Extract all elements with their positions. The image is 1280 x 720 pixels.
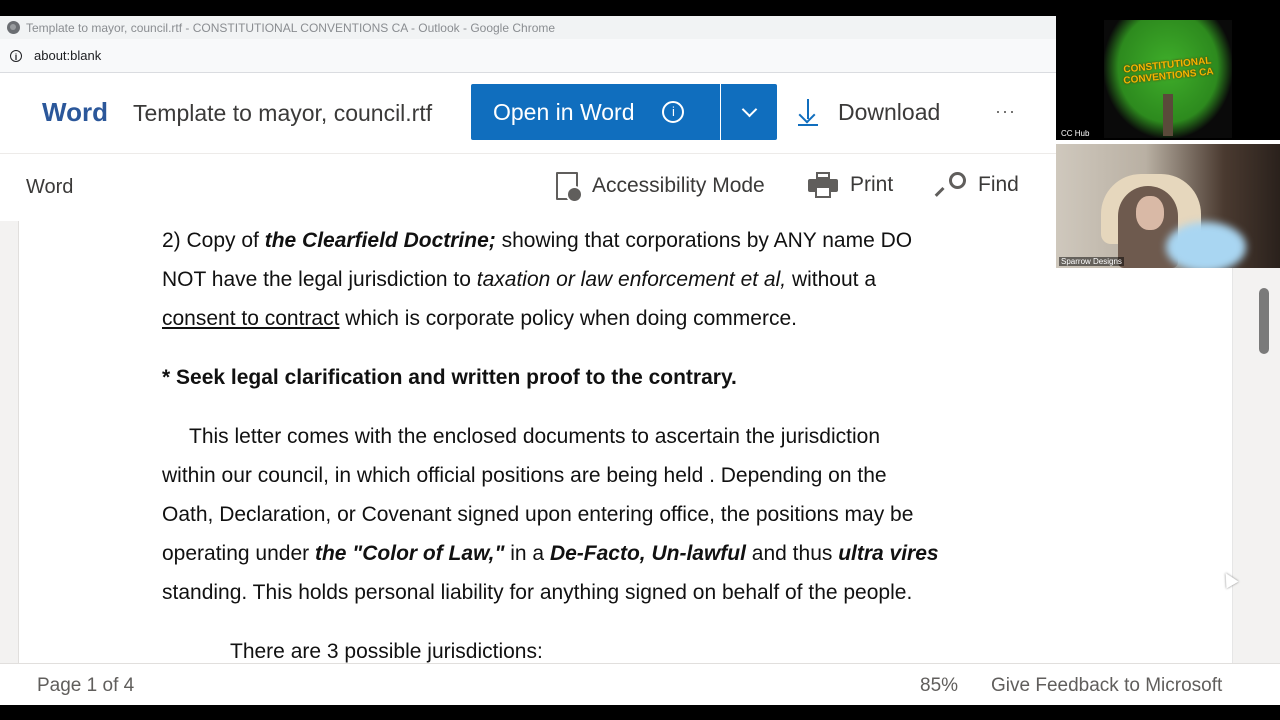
find-button[interactable]: Find — [934, 172, 1019, 198]
globe-icon — [7, 21, 20, 34]
text-run: in a — [504, 542, 550, 565]
accessibility-mode-button[interactable]: Accessibility Mode — [556, 172, 765, 203]
site-info-icon[interactable]: i — [10, 49, 22, 62]
address-text[interactable]: about:blank — [34, 48, 101, 63]
paragraph-line: NOT have the legal jurisdiction to taxat… — [162, 260, 939, 299]
scrollbar-thumb[interactable] — [1259, 288, 1269, 354]
open-in-word-button[interactable]: Open in Word i — [471, 84, 720, 140]
print-label: Print — [850, 173, 894, 196]
text-run-underlined: consent to contract — [162, 307, 340, 330]
video-tile-cc-hub: CONSTITUTIONAL CONVENTIONS CA CC Hub — [1056, 16, 1280, 140]
text-run: without a — [786, 268, 877, 291]
toolbar-word-label: Word — [26, 176, 74, 198]
tree-trunk — [1163, 94, 1173, 136]
paragraph-line: standing. This holds personal liability … — [162, 581, 913, 604]
text-run-bold-italic: ultra vires — [838, 542, 939, 565]
text-run: and thus — [745, 542, 839, 565]
give-feedback-link[interactable]: Give Feedback to Microsoft — [991, 675, 1222, 697]
search-icon — [934, 172, 966, 198]
text-run-italic: taxation or law enforcement et al, — [476, 268, 787, 291]
info-icon[interactable]: i — [662, 101, 685, 123]
paragraph-line: operating under the "Color of Law," in a… — [162, 534, 939, 573]
find-label: Find — [978, 173, 1019, 196]
text-run: operating under — [162, 542, 315, 565]
download-label: Download — [838, 98, 941, 125]
page-indicator: Page 1 of 4 — [37, 675, 135, 696]
video-foreground-blur — [1166, 222, 1246, 268]
chevron-down-icon — [741, 101, 757, 118]
document-title: Template to mayor, council.rtf — [133, 100, 433, 126]
printer-icon — [808, 172, 838, 198]
text-run-bold-italic: the Clearfield Doctrine; — [264, 229, 496, 252]
download-button[interactable]: Download — [796, 97, 940, 127]
text-run: NOT have the legal jurisdiction to — [162, 268, 477, 291]
paragraph-line: Oath, Declaration, or Covenant signed up… — [162, 503, 914, 526]
document-canvas[interactable]: 2) Copy of the Clearfield Doctrine; show… — [0, 221, 1232, 663]
viewer-toolbar: Word Accessibility Mode Print Find — [0, 154, 1056, 220]
more-options-button[interactable]: ··· — [995, 101, 1016, 122]
vertical-scrollbar[interactable] — [1232, 221, 1280, 663]
text-run-bold-italic: De-Facto, Un-lawful — [549, 542, 746, 565]
accessibility-mode-label: Accessibility Mode — [592, 174, 765, 197]
address-bar[interactable]: i about:blank — [0, 39, 1056, 73]
bold-paragraph: * Seek legal clarification and written p… — [162, 366, 737, 389]
paragraph-line: consent to contract which is corporate p… — [162, 299, 939, 338]
paragraph-line: within our council, in which official po… — [162, 464, 887, 487]
text-run: 2) Copy of — [162, 229, 265, 252]
text-run: which is corporate policy when doing com… — [339, 307, 797, 330]
open-options-dropdown[interactable] — [721, 84, 777, 140]
zoom-level[interactable]: 85% — [920, 675, 958, 697]
window-title: Template to mayor, council.rtf - CONSTIT… — [26, 20, 556, 35]
paragraph-line: 2) Copy of the Clearfield Doctrine; show… — [162, 221, 939, 260]
download-icon — [796, 97, 820, 127]
participant-face — [1136, 196, 1164, 230]
document-body: 2) Copy of the Clearfield Doctrine; show… — [162, 221, 939, 663]
print-button[interactable]: Print — [808, 172, 893, 198]
browser-title-bar: Template to mayor, council.rtf - CONSTIT… — [0, 16, 1056, 39]
text-run-bold-italic: the "Color of Law," — [314, 542, 505, 565]
participant-name: CC Hub — [1059, 129, 1092, 138]
open-in-word-label: Open in Word — [493, 98, 635, 125]
paragraph-line: There are 3 possible jurisdictions: — [230, 640, 543, 663]
text-run: showing that corporations by ANY name DO — [495, 229, 913, 252]
accessibility-document-icon — [556, 172, 583, 203]
video-tile-sparrow-designs: Sparrow Designs — [1056, 144, 1280, 268]
status-bar: Page 1 of 4 85% Give Feedback to Microso… — [0, 663, 1280, 705]
app-header: Word Template to mayor, council.rtf Open… — [0, 73, 1056, 154]
paragraph-line: This letter comes with the enclosed docu… — [189, 425, 881, 448]
word-brand[interactable]: Word — [42, 97, 108, 128]
participant-name: Sparrow Designs — [1059, 257, 1124, 266]
